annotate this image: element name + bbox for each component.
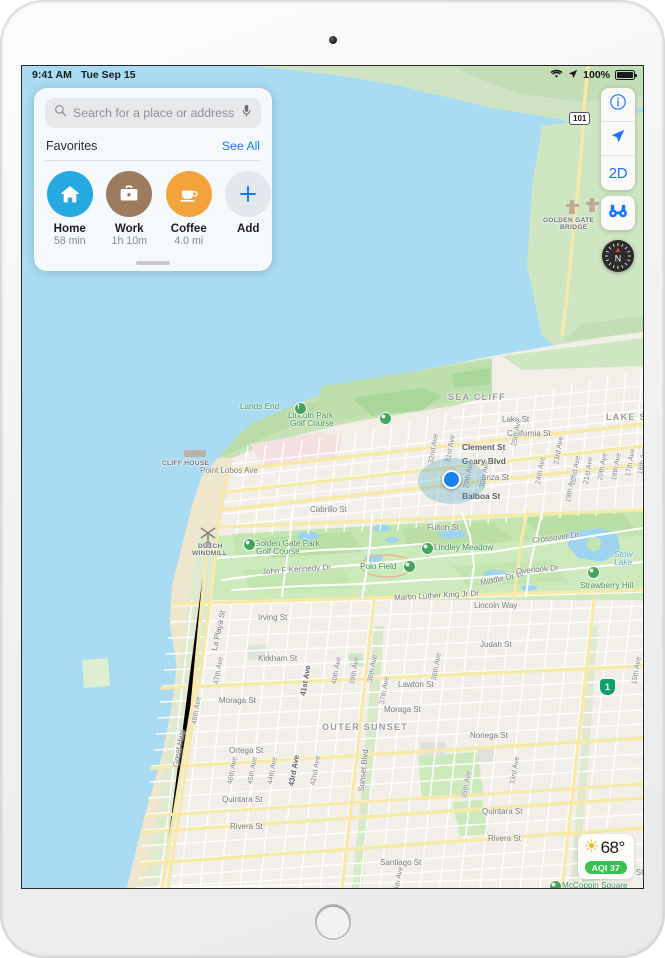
current-location-dot[interactable] xyxy=(442,470,461,489)
map-label-polo-field: Polo Field xyxy=(360,562,397,571)
status-date: Tue Sep 15 xyxy=(80,69,136,81)
favorite-coffee[interactable]: Coffee 4.0 mi xyxy=(165,171,213,248)
coffee-cup-icon xyxy=(165,171,212,217)
location-arrow-icon xyxy=(610,128,626,149)
search-panel: Search for a place or address Favorites … xyxy=(34,88,272,271)
drag-handle[interactable] xyxy=(136,261,170,265)
map-label-quintara-st: Quintara St xyxy=(222,795,263,804)
favorite-name: Coffee xyxy=(170,222,207,235)
status-bar: 9:41 AM Tue Sep 15 100% xyxy=(22,66,643,84)
map-label-lincoln-way: Lincoln Way xyxy=(474,601,518,610)
battery-percent: 100% xyxy=(583,69,610,81)
favorite-name: Add xyxy=(236,222,260,235)
map-label-lake-street: LAKE S xyxy=(606,412,643,422)
highway-shield-101: 101 xyxy=(569,112,591,125)
map-label-ggp-golf: Golf Course xyxy=(256,547,300,556)
search-icon xyxy=(54,104,67,122)
svg-text:N: N xyxy=(615,254,621,264)
mccoppin-pin-icon xyxy=(550,881,561,888)
strawberry-hill-pin-icon xyxy=(588,567,599,578)
screen: Lands End Lincoln Park Golf Course SEA C… xyxy=(22,66,643,888)
tracking-button[interactable] xyxy=(601,122,635,156)
info-button[interactable] xyxy=(601,88,635,122)
golf-pin-icon xyxy=(380,413,391,424)
map-label-lands-end: Lands End xyxy=(240,402,280,411)
park-pin-icon xyxy=(295,403,306,414)
favorites-title: Favorites xyxy=(46,139,98,153)
dimension-toggle-button[interactable]: 2D xyxy=(601,156,635,190)
aqi-badge: AQI 37 xyxy=(584,861,627,874)
favorite-detail: 58 min xyxy=(53,235,86,247)
dimension-label: 2D xyxy=(608,164,628,182)
map-label-mccoppin-square: McCoppin Square xyxy=(562,881,628,888)
favorite-name: Home xyxy=(53,222,86,235)
map-label-outer-sunset: OUTER SUNSET xyxy=(322,722,409,732)
briefcase-icon xyxy=(106,171,153,217)
search-input[interactable]: Search for a place or address xyxy=(45,98,261,128)
map-label-lindley-meadow: Lindley Meadow xyxy=(434,543,494,552)
map-label-clement-st: Clement St xyxy=(462,442,506,452)
map-label-sea-cliff: SEA CLIFF xyxy=(448,392,506,402)
map-label-kirkham-st: Kirkham St xyxy=(258,654,298,663)
see-all-button[interactable]: See All xyxy=(222,139,260,153)
map-label-moraga-st: Moraga St xyxy=(219,696,256,705)
map-label-rivera-st: Rivera St xyxy=(230,822,263,831)
status-time: 9:41 AM xyxy=(32,69,72,81)
highway-shield-1: 1 xyxy=(600,679,615,695)
favorite-work[interactable]: Work 1h 10m xyxy=(106,171,154,248)
map-label-fulton-st: Fulton St xyxy=(427,523,460,532)
map-label-windmill: WINDMILL xyxy=(192,550,228,557)
map-label-strawberry-hill: Strawberry Hill xyxy=(580,581,634,590)
battery-full-icon xyxy=(615,70,637,80)
plus-icon xyxy=(225,171,272,217)
map-label-lawton-st: Lawton St xyxy=(398,680,434,689)
map-label-santiago-st: Santiago St xyxy=(380,858,422,867)
favorite-add[interactable]: Add xyxy=(225,171,273,248)
favorite-name: Work xyxy=(114,222,144,235)
favorites-header: Favorites See All xyxy=(46,139,260,153)
compass-icon: N xyxy=(603,241,633,271)
compass-button[interactable]: N xyxy=(602,240,634,272)
weather-widget[interactable]: 68° AQI 37 xyxy=(577,834,634,879)
map-label-moraga-st-2: Moraga St xyxy=(384,705,421,714)
sun-icon xyxy=(584,839,598,857)
map-label-quintara-st-2: Quintara St xyxy=(482,807,523,816)
map-control-stack: 2D xyxy=(601,88,635,190)
map-label-rivera-st-2: Rivera St xyxy=(488,834,521,843)
map-label-irving-st: Irving St xyxy=(258,613,288,622)
search-placeholder: Search for a place or address xyxy=(73,106,235,120)
map-label-ortega-st: Ortega St xyxy=(229,746,264,755)
polo-field-pin-icon xyxy=(404,561,415,572)
binoculars-icon xyxy=(608,203,628,224)
info-circle-icon xyxy=(609,93,627,116)
map-label-bridge: BRIDGE xyxy=(560,224,588,231)
golf-course-pin-icon xyxy=(244,539,255,550)
favorites-row: Home 58 min Work 1h 10m Coffee 4.0 mi Ad… xyxy=(34,161,272,254)
front-camera xyxy=(328,36,337,44)
map-label-judah-st: Judah St xyxy=(480,640,512,649)
ipad-device: Lands End Lincoln Park Golf Course SEA C… xyxy=(0,0,665,958)
map-label-noriega-st: Noriega St xyxy=(470,731,508,740)
favorite-detail: 1h 10m xyxy=(111,235,147,247)
meadow-pin-icon xyxy=(422,543,433,554)
microphone-icon[interactable] xyxy=(241,104,252,123)
map-label-cabrillo-st: Cabrillo St xyxy=(310,505,347,514)
temperature: 68° xyxy=(600,838,626,857)
map-label-point-lobos-ave: Point Lobos Ave xyxy=(200,466,258,475)
favorite-home[interactable]: Home 58 min xyxy=(46,171,94,248)
house-icon xyxy=(46,171,93,217)
look-around-button[interactable] xyxy=(601,196,635,230)
map-label-lincoln-park-golf: Golf Course xyxy=(290,419,334,428)
wifi-icon xyxy=(550,69,563,82)
map-label-stow-lake-2: Lake xyxy=(614,557,633,567)
favorite-detail: 4.0 mi xyxy=(174,235,204,247)
location-arrow-icon xyxy=(568,69,578,82)
home-button[interactable] xyxy=(314,904,351,940)
map-label-golden-gate: GOLDEN GATE xyxy=(543,217,595,224)
map-label-dutch: DUTCH xyxy=(198,543,223,550)
